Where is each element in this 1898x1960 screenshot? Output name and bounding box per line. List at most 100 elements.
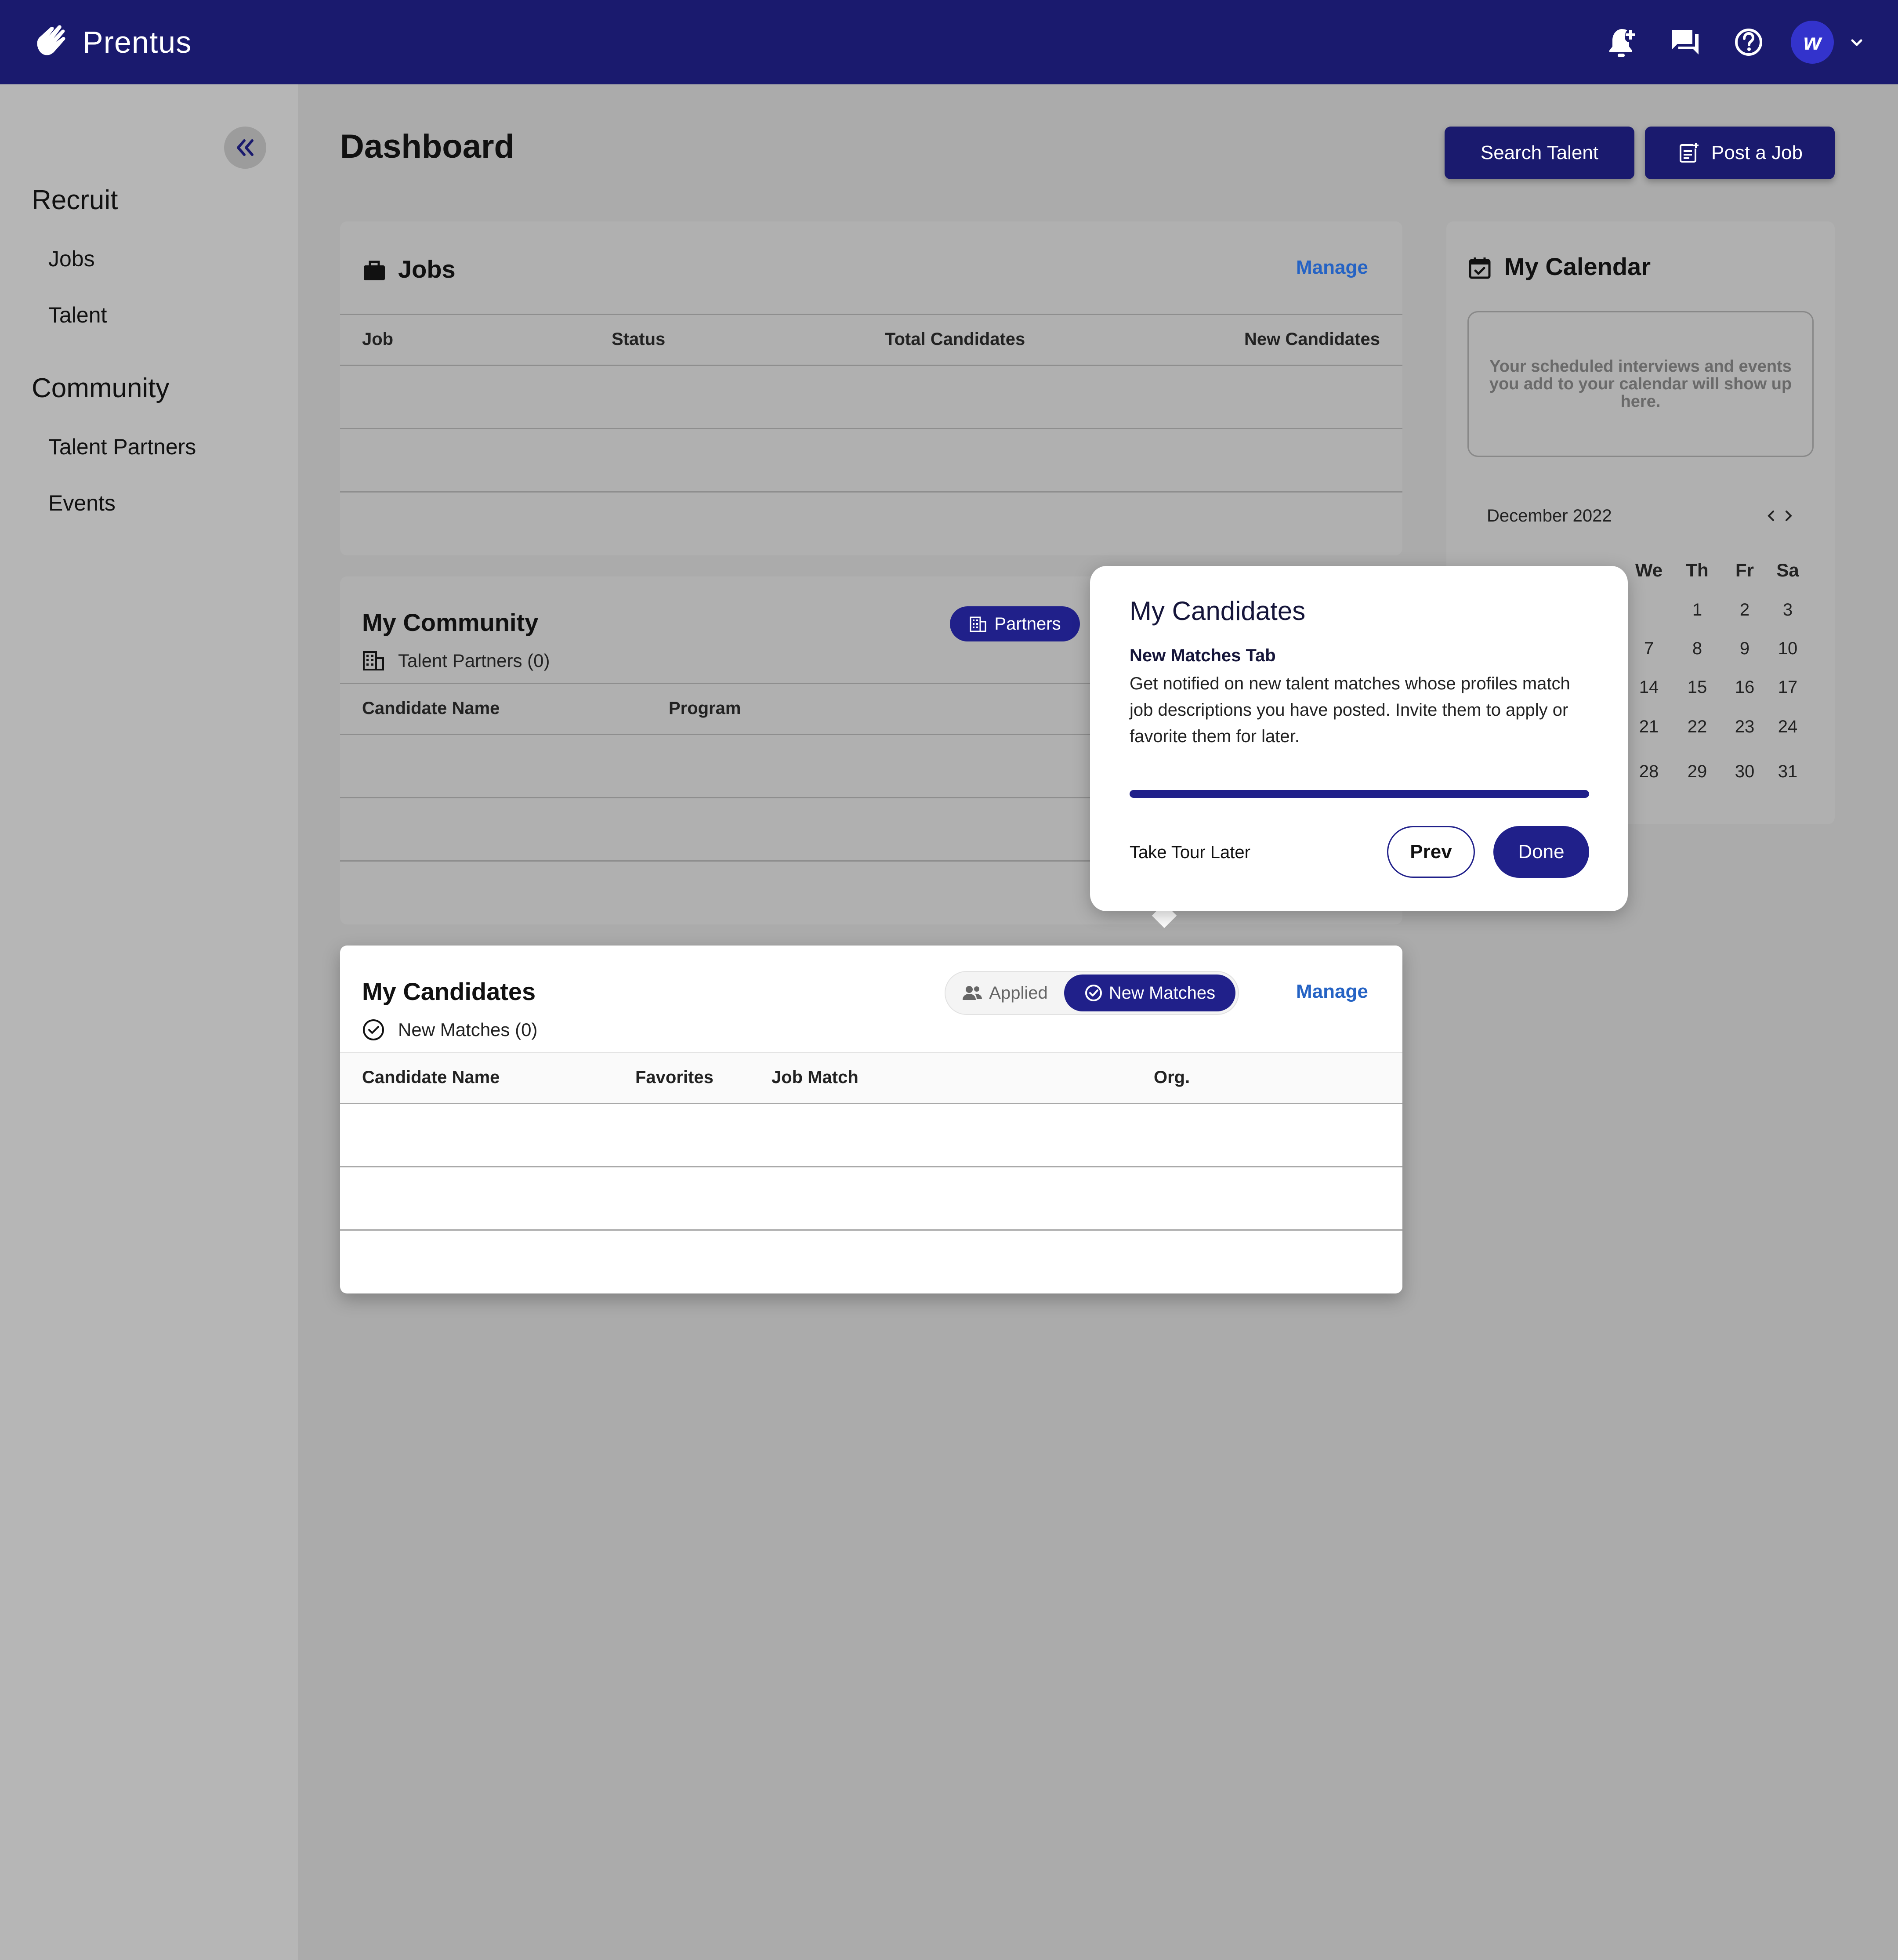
table-row (340, 493, 1402, 554)
tour-subtitle: New Matches Tab (1130, 646, 1276, 665)
jobs-col-job[interactable]: Job (362, 330, 393, 349)
calendar-day[interactable]: 29 (1677, 762, 1717, 782)
check-circle-icon (1085, 985, 1102, 1001)
help-icon[interactable] (1731, 25, 1766, 60)
table-row (340, 1231, 1402, 1293)
calendar-day[interactable]: 10 (1768, 639, 1807, 659)
brand-logo[interactable]: Prentus (33, 21, 192, 63)
brand-name: Prentus (83, 25, 192, 59)
calendar-day[interactable]: 1 (1677, 600, 1717, 620)
tab-applied[interactable]: Applied (955, 975, 1054, 1011)
sidebar-section-recruit: Recruit (32, 185, 118, 215)
sidebar-item-events[interactable]: Events (48, 490, 116, 516)
calendar-day[interactable]: 8 (1677, 639, 1717, 659)
sidebar-item-talent[interactable]: Talent (48, 302, 107, 328)
candidates-card: My Candidates Applied New Matches Manage… (340, 946, 1402, 1293)
table-row (340, 366, 1402, 428)
calendar-day[interactable]: 24 (1768, 717, 1807, 737)
table-row (340, 1167, 1402, 1229)
community-title: My Community (362, 609, 539, 636)
jobs-title: Jobs (398, 255, 456, 283)
document-add-icon (1680, 142, 1699, 163)
divider (340, 314, 1402, 315)
weekday-we: We (1635, 560, 1663, 580)
community-col-candidate-name[interactable]: Candidate Name (362, 699, 500, 718)
chevron-right-icon[interactable] (1781, 507, 1796, 525)
tab-new-matches[interactable]: New Matches (1064, 975, 1235, 1011)
users-icon (963, 986, 982, 1000)
tour-title: My Candidates (1130, 596, 1306, 626)
tour-prev-label: Prev (1410, 841, 1452, 862)
calendar-day[interactable]: 22 (1677, 717, 1717, 737)
candidates-title: My Candidates (362, 978, 536, 1005)
post-job-button[interactable]: Post a Job (1645, 127, 1835, 179)
building-icon (362, 649, 385, 672)
calendar-day[interactable]: 14 (1629, 677, 1669, 697)
calendar-day[interactable]: 17 (1768, 677, 1807, 697)
jobs-col-new-candidates[interactable]: New Candidates (1244, 330, 1380, 349)
candidates-col-favorites[interactable]: Favorites (635, 1068, 714, 1087)
partners-tab-label: Partners (994, 614, 1061, 634)
tour-popover: My Candidates New Matches Tab Get notifi… (1090, 566, 1628, 911)
calendar-day[interactable]: 16 (1725, 677, 1764, 697)
calendar-day[interactable]: 30 (1725, 762, 1764, 782)
partners-tab[interactable]: Partners (950, 606, 1080, 641)
calendar-day[interactable]: 28 (1629, 762, 1669, 782)
candidates-manage-link[interactable]: Manage (1296, 981, 1368, 1003)
double-chevron-left-icon (237, 139, 254, 156)
divider (340, 1052, 1402, 1053)
calendar-day[interactable]: 31 (1768, 762, 1807, 782)
check-circle-icon (362, 1018, 385, 1041)
briefcase-icon (362, 258, 387, 283)
sidebar-item-jobs[interactable]: Jobs (48, 246, 95, 272)
calendar-title: My Calendar (1504, 253, 1651, 280)
building-icon (970, 616, 986, 632)
page-title: Dashboard (340, 128, 514, 165)
table-row (340, 1104, 1402, 1166)
calendar-empty-message: Your scheduled interviews and events you… (1467, 311, 1814, 457)
calendar-day[interactable]: 3 (1768, 600, 1807, 620)
calendar-day[interactable]: 21 (1629, 717, 1669, 737)
community-subtitle: Talent Partners (0) (398, 650, 550, 671)
calendar-day[interactable]: 15 (1677, 677, 1717, 697)
tour-body: Get notified on new talent matches whose… (1130, 674, 1570, 746)
prentus-hand-icon (37, 25, 65, 55)
user-avatar[interactable]: w (1791, 21, 1834, 64)
community-col-program[interactable]: Program (669, 699, 741, 718)
post-job-label: Post a Job (1711, 142, 1803, 163)
jobs-col-total-candidates[interactable]: Total Candidates (885, 330, 1025, 349)
calendar-day[interactable]: 7 (1629, 639, 1669, 659)
calendar-day[interactable]: 9 (1725, 639, 1764, 659)
candidates-col-job-match[interactable]: Job Match (772, 1068, 858, 1087)
tour-progress-track (1130, 790, 1589, 798)
jobs-col-status[interactable]: Status (612, 330, 665, 349)
take-tour-later-link[interactable]: Take Tour Later (1130, 843, 1250, 862)
search-talent-button[interactable]: Search Talent (1445, 127, 1634, 179)
chevron-left-icon[interactable] (1764, 507, 1778, 525)
messages-icon[interactable] (1668, 25, 1703, 60)
sidebar-section-community: Community (32, 373, 170, 403)
chevron-down-icon[interactable] (1848, 34, 1865, 52)
candidates-col-org[interactable]: Org. (1154, 1068, 1190, 1087)
tour-done-button[interactable]: Done (1493, 826, 1589, 878)
calendar-day[interactable]: 2 (1725, 600, 1764, 620)
sidebar (0, 84, 298, 1960)
weekday-th: Th (1686, 560, 1709, 580)
calendar-day[interactable]: 23 (1725, 717, 1764, 737)
calendar-icon (1467, 256, 1492, 280)
calendar-month-label: December 2022 (1487, 506, 1612, 525)
avatar-initial: w (1803, 29, 1822, 55)
candidates-col-candidate-name[interactable]: Candidate Name (362, 1068, 500, 1087)
tour-prev-button[interactable]: Prev (1387, 826, 1475, 878)
tour-done-label: Done (1518, 841, 1565, 862)
jobs-manage-link[interactable]: Manage (1296, 257, 1368, 279)
weekday-sa: Sa (1776, 560, 1799, 580)
tab-new-matches-label: New Matches (1108, 983, 1216, 1003)
sidebar-item-talent-partners[interactable]: Talent Partners (48, 434, 196, 460)
collapse-sidebar-button[interactable] (224, 127, 266, 169)
search-talent-label: Search Talent (1480, 142, 1599, 163)
notifications-icon[interactable] (1605, 25, 1640, 60)
table-row (340, 429, 1402, 491)
weekday-fr: Fr (1735, 560, 1754, 580)
tab-applied-label: Applied (989, 983, 1048, 1003)
